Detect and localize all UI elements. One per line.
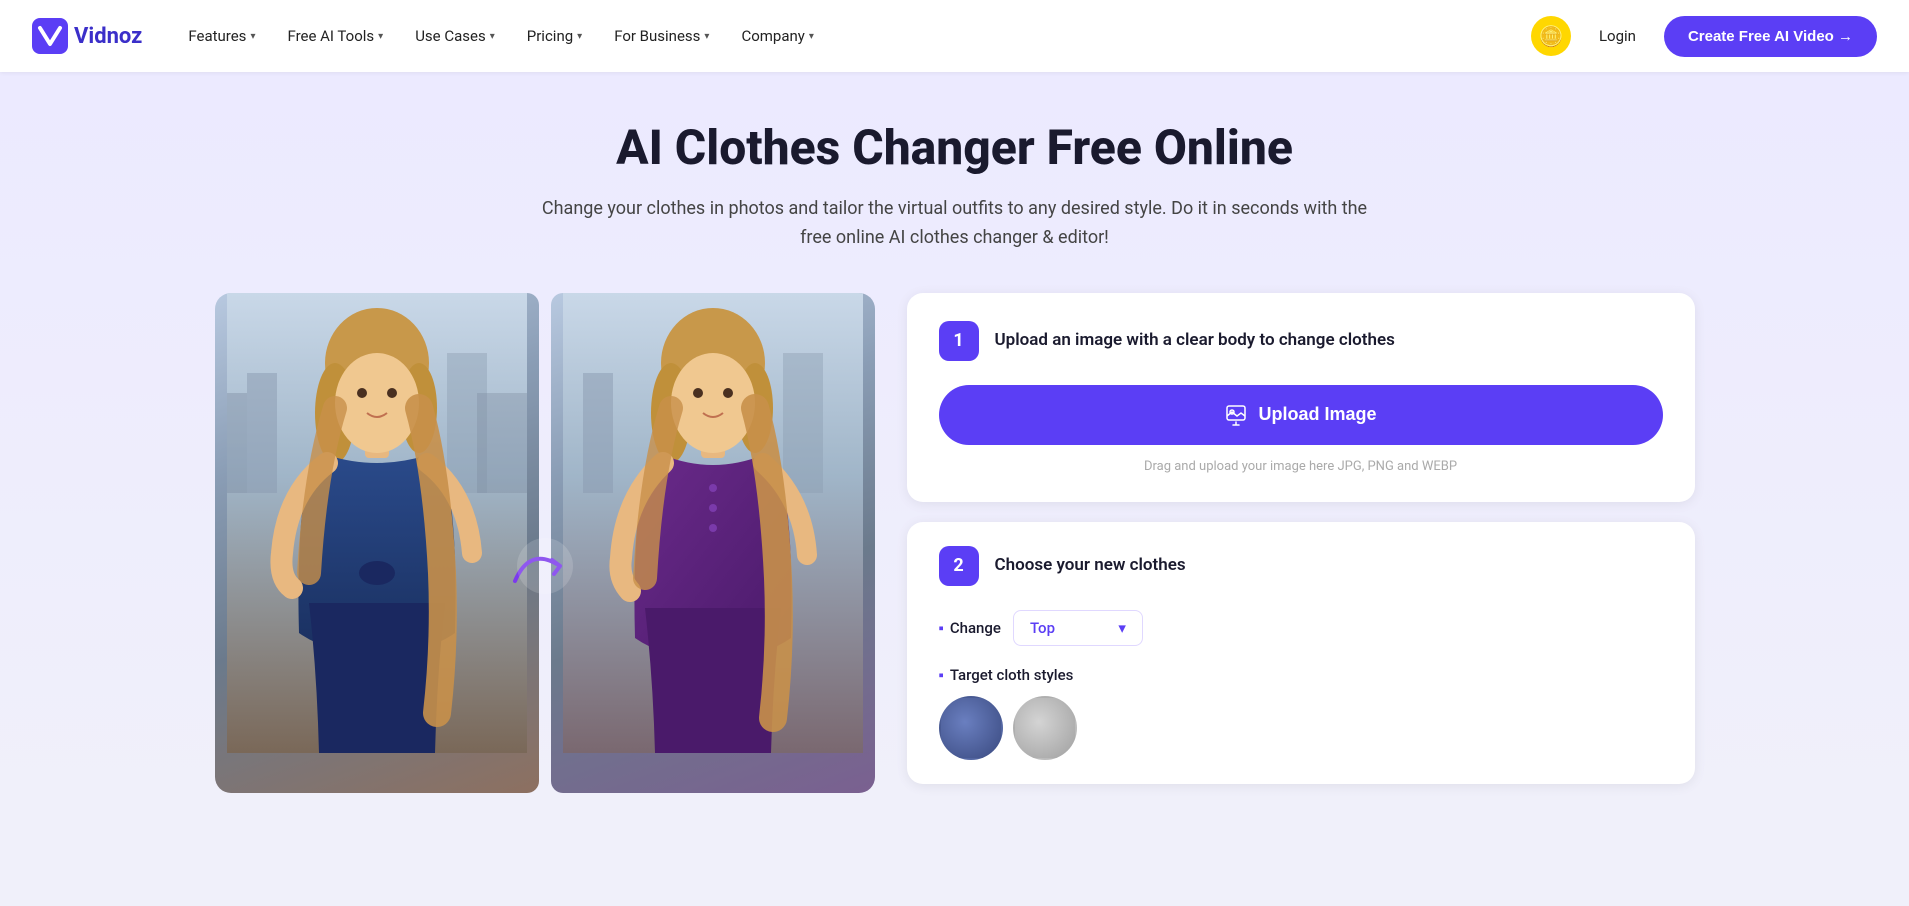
change-label: Change: [939, 619, 1001, 637]
coin-icon[interactable]: 🪙: [1531, 16, 1571, 56]
cloth-thumb-2[interactable]: [1013, 696, 1077, 760]
step1-badge: 1: [939, 321, 979, 361]
step1-card: 1 Upload an image with a clear body to c…: [907, 293, 1695, 502]
target-cloth-label: Target cloth styles: [939, 666, 1663, 684]
nav-pricing[interactable]: Pricing ▾: [513, 19, 596, 53]
hero-title: AI Clothes Changer Free Online: [0, 120, 1909, 175]
step1-header: 1 Upload an image with a clear body to c…: [939, 321, 1663, 361]
upload-image-button[interactable]: Upload Image: [939, 385, 1663, 445]
chevron-icon: ▾: [250, 31, 255, 42]
hero-section: AI Clothes Changer Free Online Change yo…: [0, 72, 1909, 833]
logo[interactable]: Vidnoz: [32, 18, 142, 54]
nav-right: 🪙 Login Create Free AI Video →: [1531, 16, 1877, 57]
before-person-illustration: [215, 293, 539, 753]
upload-icon: [1224, 403, 1248, 427]
upload-hint: Drag and upload your image here JPG, PNG…: [939, 459, 1663, 474]
login-button[interactable]: Login: [1587, 19, 1648, 53]
before-image: [215, 293, 539, 793]
chevron-icon: ▾: [490, 31, 495, 42]
step1-title: Upload an image with a clear body to cha…: [995, 329, 1395, 353]
nav-for-business[interactable]: For Business ▾: [600, 19, 723, 53]
cloth-thumb-1[interactable]: [939, 696, 1003, 760]
step2-card: 2 Choose your new clothes Change Top ▾ T…: [907, 522, 1695, 784]
step2-title: Choose your new clothes: [995, 554, 1186, 578]
nav-use-cases[interactable]: Use Cases ▾: [401, 19, 509, 53]
chevron-icon: ▾: [809, 31, 814, 42]
main-content: 1 Upload an image with a clear body to c…: [155, 293, 1755, 833]
create-video-button[interactable]: Create Free AI Video →: [1664, 16, 1877, 57]
hero-subtitle: Change your clothes in photos and tailor…: [525, 195, 1385, 253]
chevron-icon: ▾: [704, 31, 709, 42]
after-image: [551, 293, 875, 793]
logo-text: Vidnoz: [74, 24, 142, 49]
step2-badge: 2: [939, 546, 979, 586]
change-dropdown[interactable]: Top ▾: [1013, 610, 1143, 646]
change-row: Change Top ▾: [939, 610, 1663, 646]
step2-header: 2 Choose your new clothes: [939, 546, 1663, 586]
chevron-icon: ▾: [378, 31, 383, 42]
logo-icon: [32, 18, 68, 54]
chevron-icon: ▾: [577, 31, 582, 42]
nav-links: Features ▾ Free AI Tools ▾ Use Cases ▾ P…: [174, 19, 1531, 53]
after-person-illustration: [551, 293, 875, 753]
right-panel: 1 Upload an image with a clear body to c…: [907, 293, 1695, 784]
chevron-down-icon: ▾: [1118, 619, 1126, 637]
nav-free-ai-tools[interactable]: Free AI Tools ▾: [273, 19, 397, 53]
image-comparison: [215, 293, 875, 793]
nav-company[interactable]: Company ▾: [727, 19, 827, 53]
nav-features[interactable]: Features ▾: [174, 19, 269, 53]
navbar: Vidnoz Features ▾ Free AI Tools ▾ Use Ca…: [0, 0, 1909, 72]
cloth-thumbnails: [939, 696, 1663, 760]
